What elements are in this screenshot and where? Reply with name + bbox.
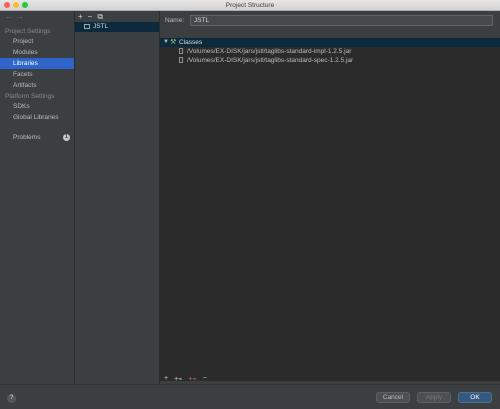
jar-file-icon: [179, 48, 183, 55]
history-navigation: ←→: [5, 12, 27, 21]
jar-path: /Volumes/EX-DISK/jars/jstl/taglibs-stand…: [187, 57, 354, 64]
tree-toolbar: + +⌁ +⌁ −: [164, 375, 207, 383]
project-settings-header: Project Settings: [5, 28, 51, 35]
library-toolbar: + − ⧉: [78, 12, 103, 22]
tree-node-jar[interactable]: /Volumes/EX-DISK/jars/jstl/taglibs-stand…: [179, 56, 353, 65]
add-excluded-icon[interactable]: +⌁: [188, 375, 196, 383]
library-roots-tree: ▼ ⚒ Classes /Volumes/EX-DISK/jars/jstl/t…: [160, 38, 500, 381]
library-list-item[interactable]: JSTL: [75, 22, 159, 32]
sidebar-item-facets[interactable]: Facets: [0, 69, 74, 80]
sidebar-item-label: Problems: [13, 134, 41, 141]
library-list-panel: + − ⧉ JSTL: [75, 11, 160, 384]
jar-path: /Volumes/EX-DISK/jars/jstl/taglibs-stand…: [187, 48, 352, 55]
classes-root-icon: ⚒: [170, 39, 177, 46]
sidebar-item-sdks[interactable]: SDKs: [0, 101, 74, 112]
ok-button[interactable]: OK: [458, 392, 492, 403]
sidebar-item-modules[interactable]: Modules: [0, 47, 74, 58]
tree-node-classes[interactable]: ▼ ⚒ Classes: [160, 38, 500, 47]
add-root-icon[interactable]: +: [164, 375, 168, 383]
name-label: Name:: [165, 17, 185, 24]
library-item-label: JSTL: [93, 23, 109, 30]
back-arrow-icon[interactable]: ←: [5, 12, 16, 21]
apply-button[interactable]: Apply: [417, 392, 451, 403]
tree-node-label: Classes: [179, 39, 203, 46]
remove-icon[interactable]: −: [88, 12, 93, 22]
dialog-footer: ? Cancel Apply OK: [0, 384, 500, 409]
add-classes-icon[interactable]: +⌁: [174, 375, 182, 383]
sidebar-item-artifacts[interactable]: Artifacts: [0, 80, 74, 91]
sidebar-item-global-libraries[interactable]: Global Libraries: [0, 112, 74, 123]
sidebar-item-libraries[interactable]: Libraries: [0, 58, 74, 69]
title-bar: Project Structure: [0, 0, 500, 11]
problems-count-badge: 1: [63, 134, 70, 141]
sidebar-item-problems[interactable]: Problems 1: [0, 132, 74, 143]
copy-icon[interactable]: ⧉: [97, 12, 103, 22]
platform-settings-header: Platform Settings: [5, 93, 55, 100]
help-icon[interactable]: ?: [7, 394, 16, 403]
forward-arrow-icon[interactable]: →: [16, 12, 27, 21]
name-field[interactable]: [190, 15, 493, 26]
library-icon: [84, 23, 90, 29]
settings-sidebar: ←→ Project Settings Project Modules Libr…: [0, 11, 75, 384]
library-detail-panel: Name: ▼ ⚒ Classes /Volumes/EX-DISK/jars/…: [160, 11, 500, 384]
expand-triangle-icon[interactable]: ▼: [163, 38, 169, 47]
add-icon[interactable]: +: [78, 12, 83, 22]
window-title: Project Structure: [225, 2, 275, 9]
tree-node-jar[interactable]: /Volumes/EX-DISK/jars/jstl/taglibs-stand…: [179, 47, 351, 56]
sidebar-item-project[interactable]: Project: [0, 36, 74, 47]
remove-root-icon[interactable]: −: [203, 375, 207, 383]
cancel-button[interactable]: Cancel: [376, 392, 410, 403]
jar-file-icon: [179, 57, 183, 64]
